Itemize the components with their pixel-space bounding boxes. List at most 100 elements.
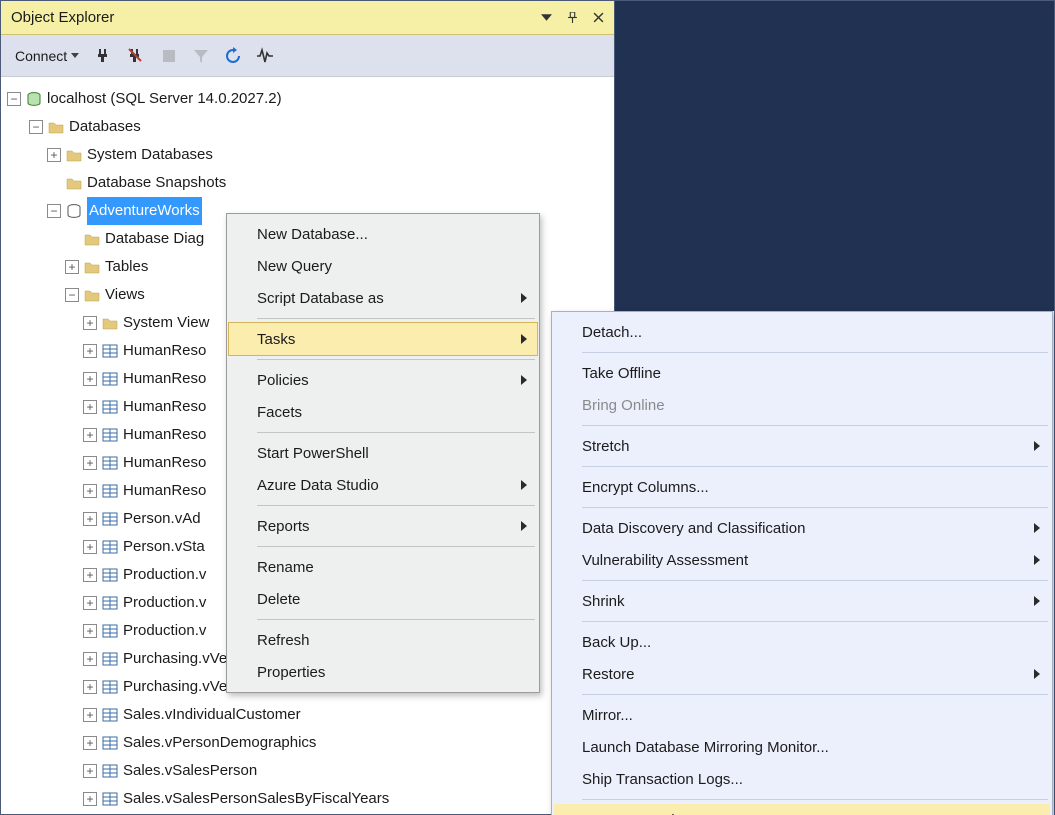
folder-icon [83,231,101,247]
tree-db-snapshots-node[interactable]: Database Snapshots [7,169,610,197]
menu-back-up[interactable]: Back Up... [554,626,1050,658]
menu-separator [582,694,1048,695]
menu-policies[interactable]: Policies [229,364,537,396]
menu-azure-data-studio[interactable]: Azure Data Studio [229,469,537,501]
collapse-icon[interactable]: − [7,92,21,106]
tree-view-item[interactable]: +Sales.vSalesPerson [7,757,610,785]
menu-launch-mirroring-monitor[interactable]: Launch Database Mirroring Monitor... [554,731,1050,763]
collapse-icon[interactable]: − [29,120,43,134]
menu-refresh[interactable]: Refresh [229,624,537,656]
folder-icon [47,119,65,135]
disconnect-icon[interactable] [125,44,149,68]
submenu-arrow-icon [521,334,527,344]
submenu-arrow-icon [1034,441,1040,451]
menu-separator [257,505,535,506]
expand-icon[interactable]: + [83,316,97,330]
menu-separator [582,621,1048,622]
folder-icon [83,259,101,275]
menu-ship-transaction-logs[interactable]: Ship Transaction Logs... [554,763,1050,795]
view-icon [101,455,119,471]
view-icon [101,427,119,443]
server-icon [25,91,43,107]
pin-icon[interactable] [562,8,582,28]
menu-new-query[interactable]: New Query [229,250,537,282]
tree-label: Tables [105,253,148,281]
menu-script-database-as[interactable]: Script Database as [229,282,537,314]
view-icon [101,735,119,751]
menu-delete[interactable]: Delete [229,583,537,615]
panel-title: Object Explorer [11,9,530,26]
menu-bring-online: Bring Online [554,389,1050,421]
tree-view-item[interactable]: +Sales.vPersonDemographics [7,729,610,757]
database-context-menu: New Database... New Query Script Databas… [226,213,540,693]
menu-new-database[interactable]: New Database... [229,218,537,250]
expand-icon[interactable]: + [65,260,79,274]
menu-generate-scripts[interactable]: Generate Scripts... [554,804,1050,815]
menu-mirror[interactable]: Mirror... [554,699,1050,731]
expand-icon[interactable]: + [83,428,97,442]
expand-icon[interactable]: + [83,344,97,358]
submenu-arrow-icon [521,480,527,490]
tree-system-databases-node[interactable]: + System Databases [7,141,610,169]
expand-icon[interactable]: + [47,148,61,162]
close-icon[interactable] [588,8,608,28]
expand-icon[interactable]: + [83,512,97,526]
menu-take-offline[interactable]: Take Offline [554,357,1050,389]
expand-icon[interactable]: + [83,708,97,722]
tree-databases-node[interactable]: − Databases [7,113,610,141]
menu-reports[interactable]: Reports [229,510,537,542]
submenu-arrow-icon [1034,596,1040,606]
tree-label: Database Snapshots [87,169,226,197]
menu-facets[interactable]: Facets [229,396,537,428]
expand-icon[interactable]: + [83,624,97,638]
tree-label: Production.v [123,561,206,589]
refresh-icon[interactable] [221,44,245,68]
submenu-arrow-icon [521,293,527,303]
activity-icon[interactable] [253,44,277,68]
database-icon [65,203,83,219]
menu-vulnerability-assessment[interactable]: Vulnerability Assessment [554,544,1050,576]
expand-icon[interactable]: + [83,736,97,750]
collapse-icon[interactable]: − [65,288,79,302]
menu-stretch[interactable]: Stretch [554,430,1050,462]
menu-separator [582,352,1048,353]
tree-view-item[interactable]: +Sales.vSalesPersonSalesByFiscalYears [7,785,610,813]
panel-titlebar: Object Explorer [1,1,614,35]
tree-server-node[interactable]: − localhost (SQL Server 14.0.2027.2) [7,85,610,113]
menu-separator [582,425,1048,426]
submenu-arrow-icon [1034,669,1040,679]
expand-icon[interactable]: + [83,540,97,554]
filter-icon [189,44,213,68]
collapse-icon[interactable]: − [47,204,61,218]
tree-view-item[interactable]: +Sales.vIndividualCustomer [7,701,610,729]
expand-icon[interactable]: + [83,680,97,694]
connect-icon[interactable] [93,44,117,68]
menu-restore[interactable]: Restore [554,658,1050,690]
tree-label-selected: AdventureWorks [87,197,202,225]
connect-label: Connect [15,48,67,64]
menu-properties[interactable]: Properties [229,656,537,688]
expand-icon[interactable]: + [83,400,97,414]
menu-data-discovery[interactable]: Data Discovery and Classification [554,512,1050,544]
expand-icon[interactable]: + [83,596,97,610]
menu-shrink[interactable]: Shrink [554,585,1050,617]
menu-start-powershell[interactable]: Start PowerShell [229,437,537,469]
editor-background [615,1,1054,311]
expand-icon[interactable]: + [83,652,97,666]
window-position-icon[interactable] [536,8,556,28]
submenu-arrow-icon [521,521,527,531]
menu-rename[interactable]: Rename [229,551,537,583]
menu-tasks[interactable]: Tasks [229,323,537,355]
folder-icon [65,175,83,191]
connect-dropdown[interactable]: Connect [9,47,85,65]
expand-icon[interactable]: + [83,456,97,470]
menu-separator [257,619,535,620]
menu-encrypt-columns[interactable]: Encrypt Columns... [554,471,1050,503]
menu-detach[interactable]: Detach... [554,316,1050,348]
expand-icon[interactable]: + [83,484,97,498]
expand-icon[interactable]: + [83,792,97,806]
view-icon [101,679,119,695]
expand-icon[interactable]: + [83,568,97,582]
expand-icon[interactable]: + [83,764,97,778]
expand-icon[interactable]: + [83,372,97,386]
